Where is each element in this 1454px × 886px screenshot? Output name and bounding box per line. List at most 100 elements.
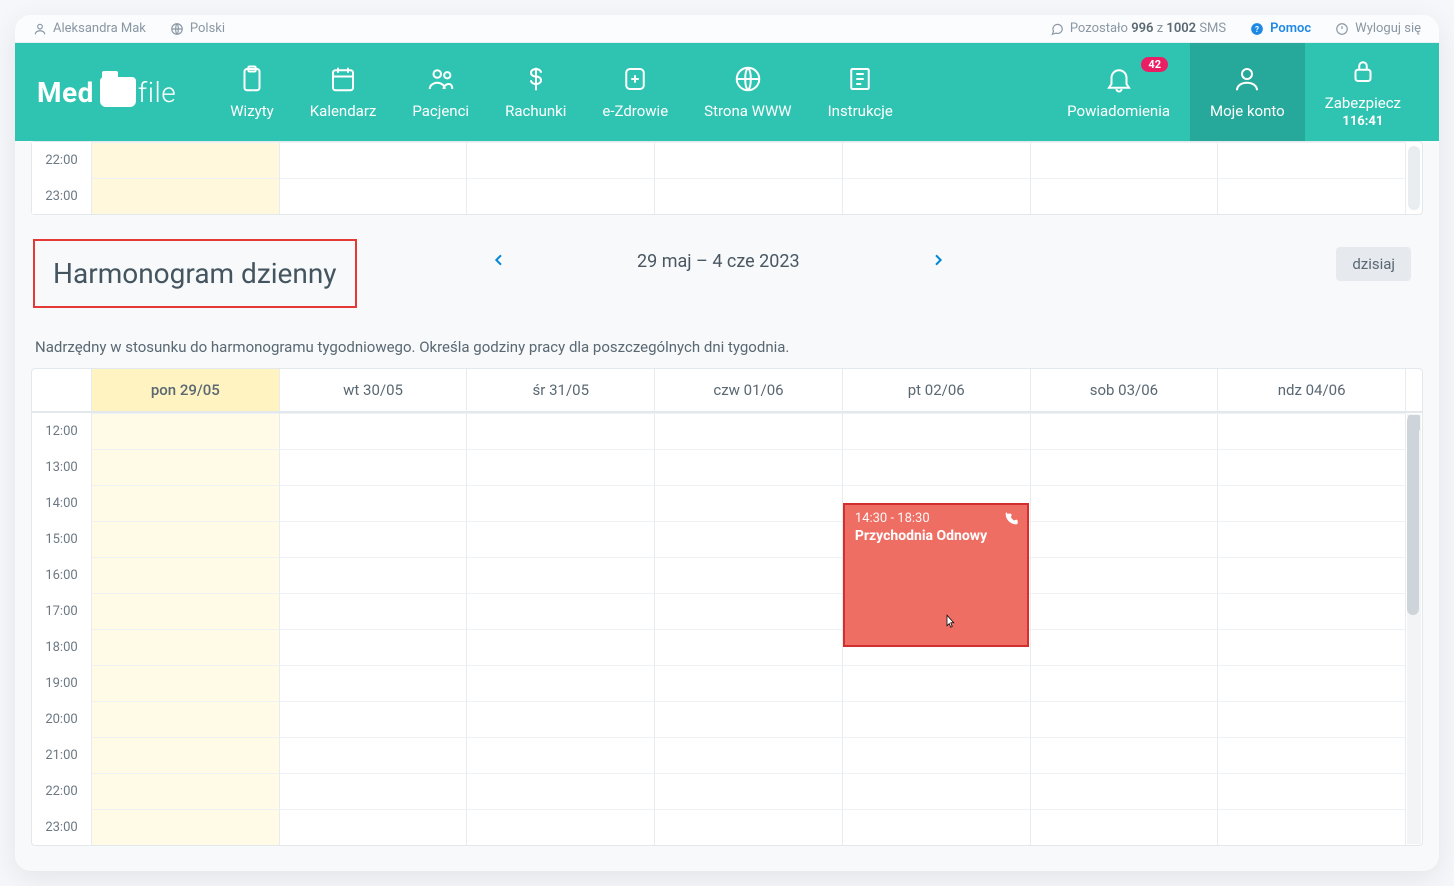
grid-cell[interactable] <box>467 178 655 214</box>
grid-cell[interactable] <box>1031 665 1219 701</box>
grid-cell[interactable] <box>92 701 280 737</box>
grid-cell[interactable] <box>1218 521 1406 557</box>
grid-cell[interactable] <box>467 142 655 178</box>
grid-cell[interactable] <box>1218 629 1406 665</box>
grid-cell[interactable] <box>92 142 280 178</box>
grid-cell[interactable] <box>1031 737 1219 773</box>
grid-cell[interactable] <box>467 593 655 629</box>
grid-cell[interactable] <box>92 629 280 665</box>
grid-cell[interactable] <box>1031 773 1219 809</box>
grid-cell[interactable] <box>92 449 280 485</box>
grid-cell[interactable] <box>1031 142 1219 178</box>
grid-cell[interactable] <box>1031 701 1219 737</box>
language-menu[interactable]: Polski <box>170 21 225 36</box>
grid-cell[interactable] <box>655 557 843 593</box>
grid-cell[interactable] <box>655 142 843 178</box>
grid-cell[interactable] <box>1218 413 1406 449</box>
grid-cell[interactable] <box>467 665 655 701</box>
grid-cell[interactable] <box>467 557 655 593</box>
sms-counter[interactable]: Pozostało 996 z 1002 SMS <box>1050 21 1226 36</box>
grid-cell[interactable] <box>92 809 280 845</box>
grid-cell[interactable] <box>843 737 1031 773</box>
grid-cell[interactable] <box>280 485 468 521</box>
grid-cell[interactable] <box>1031 449 1219 485</box>
grid-cell[interactable] <box>280 449 468 485</box>
nav-instructions[interactable]: Instrukcje <box>810 43 911 141</box>
grid-cell[interactable] <box>92 557 280 593</box>
grid-cell[interactable] <box>1031 593 1219 629</box>
grid-cell[interactable] <box>92 737 280 773</box>
grid-cell[interactable] <box>655 178 843 214</box>
grid-cell[interactable] <box>655 521 843 557</box>
grid-cell[interactable] <box>655 593 843 629</box>
grid-cell[interactable] <box>92 665 280 701</box>
grid-cell[interactable] <box>843 809 1031 845</box>
grid-cell[interactable] <box>843 701 1031 737</box>
grid-cell[interactable] <box>655 629 843 665</box>
grid-cell[interactable] <box>1031 485 1219 521</box>
grid-cell[interactable] <box>92 485 280 521</box>
grid-cell[interactable] <box>280 773 468 809</box>
grid-cell[interactable] <box>467 701 655 737</box>
grid-cell[interactable] <box>92 593 280 629</box>
grid-cell[interactable] <box>1218 178 1406 214</box>
grid-cell[interactable] <box>843 413 1031 449</box>
grid-cell[interactable] <box>1218 665 1406 701</box>
nav-patients[interactable]: Pacjenci <box>394 43 487 141</box>
grid-cell[interactable] <box>655 449 843 485</box>
grid-cell[interactable] <box>280 593 468 629</box>
grid-cell[interactable] <box>655 809 843 845</box>
grid-cell[interactable] <box>1218 142 1406 178</box>
grid-cell[interactable] <box>280 142 468 178</box>
grid-cell[interactable] <box>92 521 280 557</box>
grid-cell[interactable] <box>1218 485 1406 521</box>
grid-cell[interactable] <box>280 809 468 845</box>
grid-cell[interactable] <box>1218 593 1406 629</box>
grid-cell[interactable] <box>280 629 468 665</box>
nav-notifications[interactable]: 42 Powiadomienia <box>1047 43 1190 141</box>
grid-cell[interactable] <box>843 665 1031 701</box>
grid-cell[interactable] <box>655 413 843 449</box>
day-header[interactable]: pt 02/06 <box>843 369 1031 411</box>
schedule-event[interactable]: 14:30 - 18:30 Przychodnia Odnowy <box>843 503 1029 647</box>
scrollbar-thumb[interactable] <box>1407 415 1419 615</box>
grid-cell[interactable] <box>280 665 468 701</box>
grid-cell[interactable] <box>1031 178 1219 214</box>
grid-cell[interactable] <box>1031 557 1219 593</box>
grid-cell[interactable] <box>1218 773 1406 809</box>
nav-account[interactable]: Moje konto <box>1190 43 1305 141</box>
grid-cell[interactable] <box>843 142 1031 178</box>
grid-cell[interactable] <box>1031 629 1219 665</box>
grid-cell[interactable] <box>655 701 843 737</box>
day-header[interactable]: ndz 04/06 <box>1218 369 1406 411</box>
grid-cell[interactable] <box>843 773 1031 809</box>
nav-visits[interactable]: Wizyty <box>212 43 292 141</box>
grid-cell[interactable] <box>467 737 655 773</box>
grid-cell[interactable] <box>92 773 280 809</box>
grid-cell[interactable] <box>1218 809 1406 845</box>
today-button[interactable]: dzisiaj <box>1336 247 1411 281</box>
grid-cell[interactable] <box>280 557 468 593</box>
grid-cell[interactable] <box>92 178 280 214</box>
day-header[interactable]: pon 29/05 <box>92 369 280 411</box>
logout-link[interactable]: Wyloguj się <box>1335 21 1421 36</box>
next-week-button[interactable] <box>930 252 946 272</box>
grid-cell[interactable] <box>1218 701 1406 737</box>
nav-ehealth[interactable]: e-Zdrowie <box>584 43 686 141</box>
grid-cell[interactable] <box>467 773 655 809</box>
grid-cell[interactable] <box>467 485 655 521</box>
grid-cell[interactable] <box>467 629 655 665</box>
help-link[interactable]: ? Pomoc <box>1250 21 1311 36</box>
logo[interactable]: Med file <box>37 76 176 109</box>
grid-cell[interactable] <box>1218 449 1406 485</box>
grid-cell[interactable] <box>1218 737 1406 773</box>
nav-calendar[interactable]: Kalendarz <box>292 43 395 141</box>
grid-cell[interactable] <box>1031 809 1219 845</box>
grid-cell[interactable] <box>843 178 1031 214</box>
user-menu[interactable]: Aleksandra Mak <box>33 21 146 36</box>
prev-week-button[interactable] <box>491 252 507 272</box>
grid-cell[interactable] <box>280 701 468 737</box>
grid-cell[interactable] <box>467 521 655 557</box>
grid-cell[interactable] <box>655 737 843 773</box>
day-header[interactable]: wt 30/05 <box>280 369 468 411</box>
